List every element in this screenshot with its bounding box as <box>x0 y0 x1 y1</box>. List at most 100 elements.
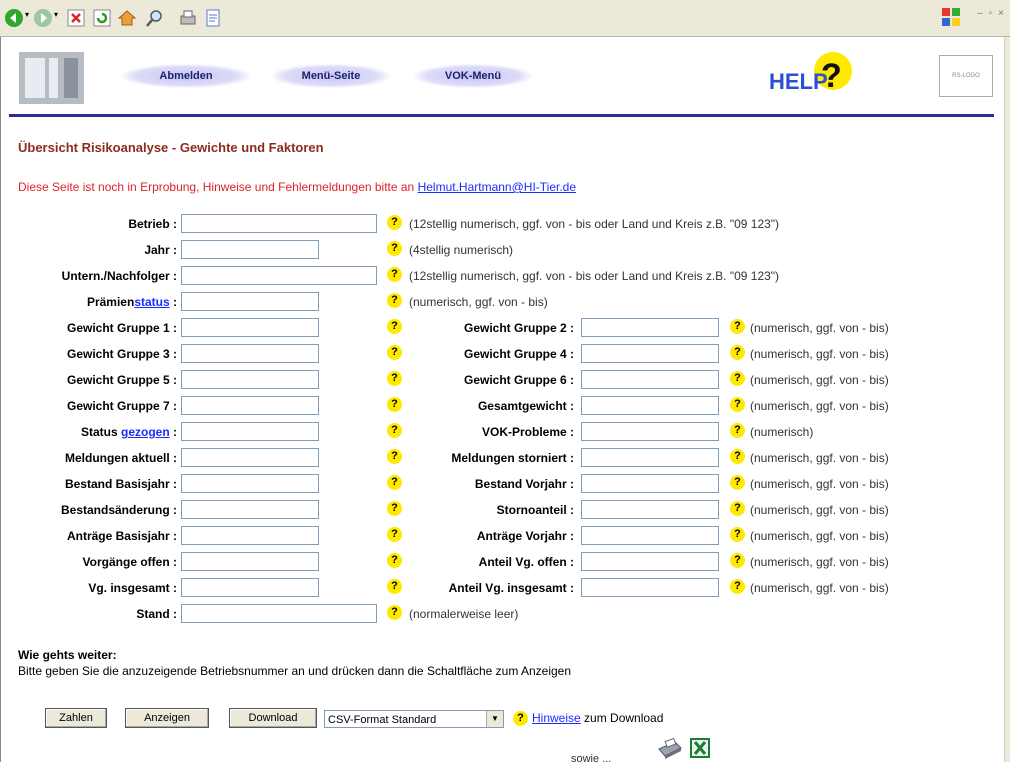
refresh-icon[interactable] <box>92 8 112 28</box>
pair-right-input[interactable] <box>581 448 719 467</box>
hinweise-link[interactable]: Hinweise <box>532 711 581 725</box>
minimize-icon[interactable]: – <box>977 8 983 19</box>
help-icon[interactable]: ? <box>387 241 402 256</box>
page-title: Übersicht Risikoanalyse - Gewichte und F… <box>18 140 324 155</box>
stand-input[interactable] <box>181 604 377 623</box>
help-icon[interactable]: ? <box>387 449 402 464</box>
help-icon[interactable]: ? <box>730 345 745 360</box>
row-gewicht-7-gesamt: Gewicht Gruppe 7 : ? Gesamtgewicht : ? (… <box>1 396 1006 418</box>
pair-left-input[interactable] <box>181 500 319 519</box>
help-icon[interactable]: ? <box>730 319 745 334</box>
pair-left-label: Meldungen aktuell : <box>64 451 177 465</box>
status-input[interactable] <box>181 422 319 441</box>
help-icon[interactable]: ? <box>387 293 402 308</box>
pair-left-label: Vg. insgesamt : <box>88 581 177 595</box>
row-antraege: Anträge Basisjahr : ? Anträge Vorjahr : … <box>1 526 1006 548</box>
status-gezogen-link[interactable]: gezogen <box>121 425 170 439</box>
help-icon[interactable]: ? <box>730 527 745 542</box>
pair-left-input[interactable] <box>181 344 319 363</box>
forward-icon[interactable] <box>33 8 53 28</box>
betrieb-input[interactable] <box>181 214 377 233</box>
help-icon[interactable]: ? <box>730 501 745 516</box>
nav-menu-seite[interactable]: Menü-Seite <box>271 64 391 88</box>
help-icon[interactable]: ? <box>387 319 402 334</box>
print-icon[interactable] <box>178 8 198 28</box>
back-icon[interactable] <box>4 8 24 28</box>
betrieb-hint: (12stellig numerisch, ggf. von - bis ode… <box>409 217 780 231</box>
pair-right-input[interactable] <box>581 500 719 519</box>
pair-right-input[interactable] <box>581 474 719 493</box>
jahr-input[interactable] <box>181 240 319 259</box>
pair-right-input[interactable] <box>581 370 719 389</box>
stop-icon[interactable] <box>66 8 86 28</box>
help-icon[interactable]: ? <box>730 579 745 594</box>
anzeigen-button[interactable]: Anzeigen <box>125 708 209 728</box>
help-icon[interactable]: ? <box>387 397 402 412</box>
help-icon[interactable]: ? <box>387 605 402 620</box>
pair-left-input[interactable] <box>181 578 319 597</box>
format-select[interactable]: CSV-Format Standard ▼ <box>324 710 504 728</box>
window-controls: – ▫ × <box>971 8 1004 19</box>
download-button[interactable]: Download <box>229 708 317 728</box>
help-icon[interactable]: ? <box>387 267 402 282</box>
pair-right-input[interactable] <box>581 526 719 545</box>
pair-left-input[interactable] <box>181 448 319 467</box>
row-gewicht-3-4: Gewicht Gruppe 3 : ? Gewicht Gruppe 4 : … <box>1 344 1006 366</box>
pair-left-label: Vorgänge offen : <box>82 555 177 569</box>
forward-dropdown-icon[interactable]: ▾ <box>54 10 58 19</box>
chevron-down-icon[interactable]: ▼ <box>486 711 503 727</box>
pair-hint: (numerisch, ggf. von - bis) <box>750 555 889 569</box>
help-icon[interactable]: ? <box>730 371 745 386</box>
maximize-icon[interactable]: ▫ <box>989 8 993 19</box>
row-meldungen: Meldungen aktuell : ? Meldungen stornier… <box>1 448 1006 470</box>
help-icon[interactable]: ? <box>730 397 745 412</box>
nav-vok-menu[interactable]: VOK-Menü <box>413 64 533 88</box>
nachfolger-hint: (12stellig numerisch, ggf. von - bis ode… <box>409 269 780 283</box>
close-icon[interactable]: × <box>998 8 1004 19</box>
pair-right-input[interactable] <box>581 344 719 363</box>
back-dropdown-icon[interactable]: ▾ <box>25 10 29 19</box>
pair-left-input[interactable] <box>181 474 319 493</box>
praemien-input[interactable] <box>181 292 319 311</box>
help-icon[interactable]: ? <box>730 423 745 438</box>
help-icon[interactable]: ? <box>387 215 402 230</box>
help-icon[interactable]: ? <box>387 345 402 360</box>
help-icon[interactable]: ? <box>387 371 402 386</box>
home-icon[interactable] <box>117 8 137 28</box>
pair-right-input[interactable] <box>581 552 719 571</box>
help-icon[interactable]: ? <box>513 711 528 726</box>
pair-left-input[interactable] <box>181 526 319 545</box>
zahlen-button[interactable]: Zahlen <box>45 708 107 728</box>
pair-left-input[interactable] <box>181 396 319 415</box>
search-icon[interactable] <box>145 8 165 28</box>
pair-left-input[interactable] <box>181 552 319 571</box>
pair-right-label: Stornoanteil : <box>496 503 574 517</box>
vok-probleme-input[interactable] <box>581 422 719 441</box>
nachfolger-input[interactable] <box>181 266 377 285</box>
help-icon[interactable]: ? <box>730 449 745 464</box>
pair-hint: (numerisch, ggf. von - bis) <box>750 373 889 387</box>
pair-left-input[interactable] <box>181 318 319 337</box>
pair-right-input[interactable] <box>581 578 719 597</box>
help-icon[interactable]: ? <box>387 423 402 438</box>
format-select-value: CSV-Format Standard <box>328 714 437 726</box>
help-icon[interactable]: ? <box>387 527 402 542</box>
scrollbar[interactable] <box>1004 37 1010 762</box>
printer-icon[interactable] <box>655 737 683 761</box>
download-hint: Hinweise zum Download <box>532 711 663 725</box>
help-icon[interactable]: ? <box>387 475 402 490</box>
excel-icon[interactable] <box>690 738 710 758</box>
pair-left-input[interactable] <box>181 370 319 389</box>
notice-email-link[interactable]: Helmut.Hartmann@HI-Tier.de <box>418 180 576 194</box>
help-icon[interactable]: ? <box>387 501 402 516</box>
pair-right-input[interactable] <box>581 318 719 337</box>
help-icon[interactable]: ? <box>730 475 745 490</box>
help-icon[interactable]: ? <box>387 579 402 594</box>
help-icon[interactable]: ? <box>730 553 745 568</box>
help-icon[interactable]: ? <box>387 553 402 568</box>
praemien-status-link[interactable]: status <box>134 295 169 309</box>
help-logo[interactable]: HELP ? <box>763 49 859 101</box>
pair-right-input[interactable] <box>581 396 719 415</box>
edit-icon[interactable] <box>203 8 223 28</box>
nav-abmelden[interactable]: Abmelden <box>121 64 251 88</box>
